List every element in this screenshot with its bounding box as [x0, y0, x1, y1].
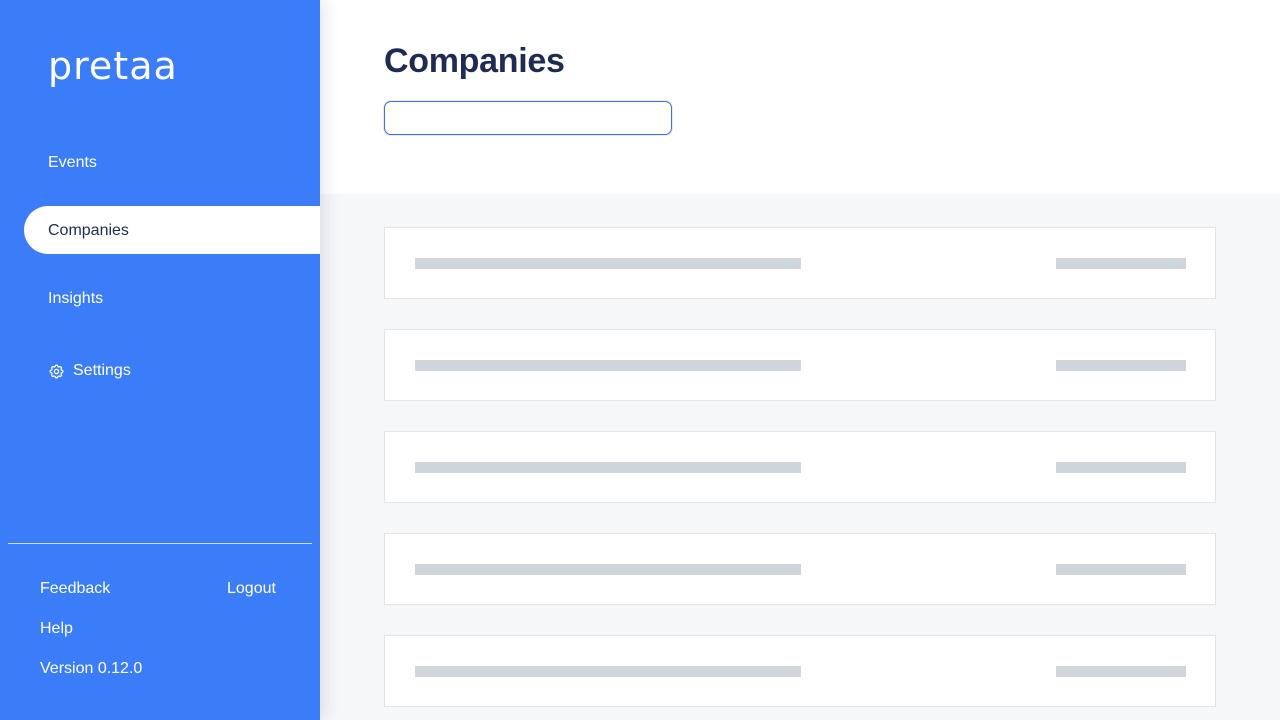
page-title: Companies [384, 42, 565, 80]
skeleton-bar [415, 258, 801, 269]
nav-item-label: Insights [48, 290, 104, 307]
pretaa-logo[interactable]: pretaa [48, 46, 177, 86]
skeleton-bar [415, 666, 801, 677]
nav-item-label: Settings [73, 362, 131, 379]
version-label: Version 0.12.0 [40, 660, 143, 677]
search-input[interactable] [384, 101, 672, 135]
gear-icon [48, 363, 65, 380]
logout-link[interactable]: Logout [227, 579, 276, 599]
nav-item-companies[interactable]: Companies [48, 221, 129, 241]
skeleton-bar [1056, 564, 1186, 575]
nav-item-label: Companies [48, 222, 129, 239]
help-link[interactable]: Help [40, 619, 73, 639]
nav-item-label: Events [48, 154, 97, 171]
page-header: Companies [320, 0, 1280, 194]
nav-item-settings[interactable]: Settings [48, 361, 131, 381]
skeleton-bar [415, 462, 801, 473]
skeleton-row [384, 329, 1216, 401]
skeleton-row [384, 227, 1216, 299]
skeleton-bar [1056, 258, 1186, 269]
nav-item-events[interactable]: Events [48, 153, 97, 173]
sidebar-divider [8, 543, 312, 544]
skeleton-bar [1056, 360, 1186, 371]
skeleton-bar [415, 360, 801, 371]
skeleton-bar [1056, 462, 1186, 473]
skeleton-row [384, 635, 1216, 707]
logo-text: pretaa [48, 44, 178, 88]
feedback-link[interactable]: Feedback [40, 579, 110, 599]
skeleton-bar [1056, 666, 1186, 677]
skeleton-row [384, 533, 1216, 605]
skeleton-row [384, 431, 1216, 503]
sidebar: pretaa Events Companies Insights Setting… [0, 0, 320, 720]
nav-item-insights[interactable]: Insights [48, 289, 103, 309]
skeleton-bar [415, 564, 801, 575]
